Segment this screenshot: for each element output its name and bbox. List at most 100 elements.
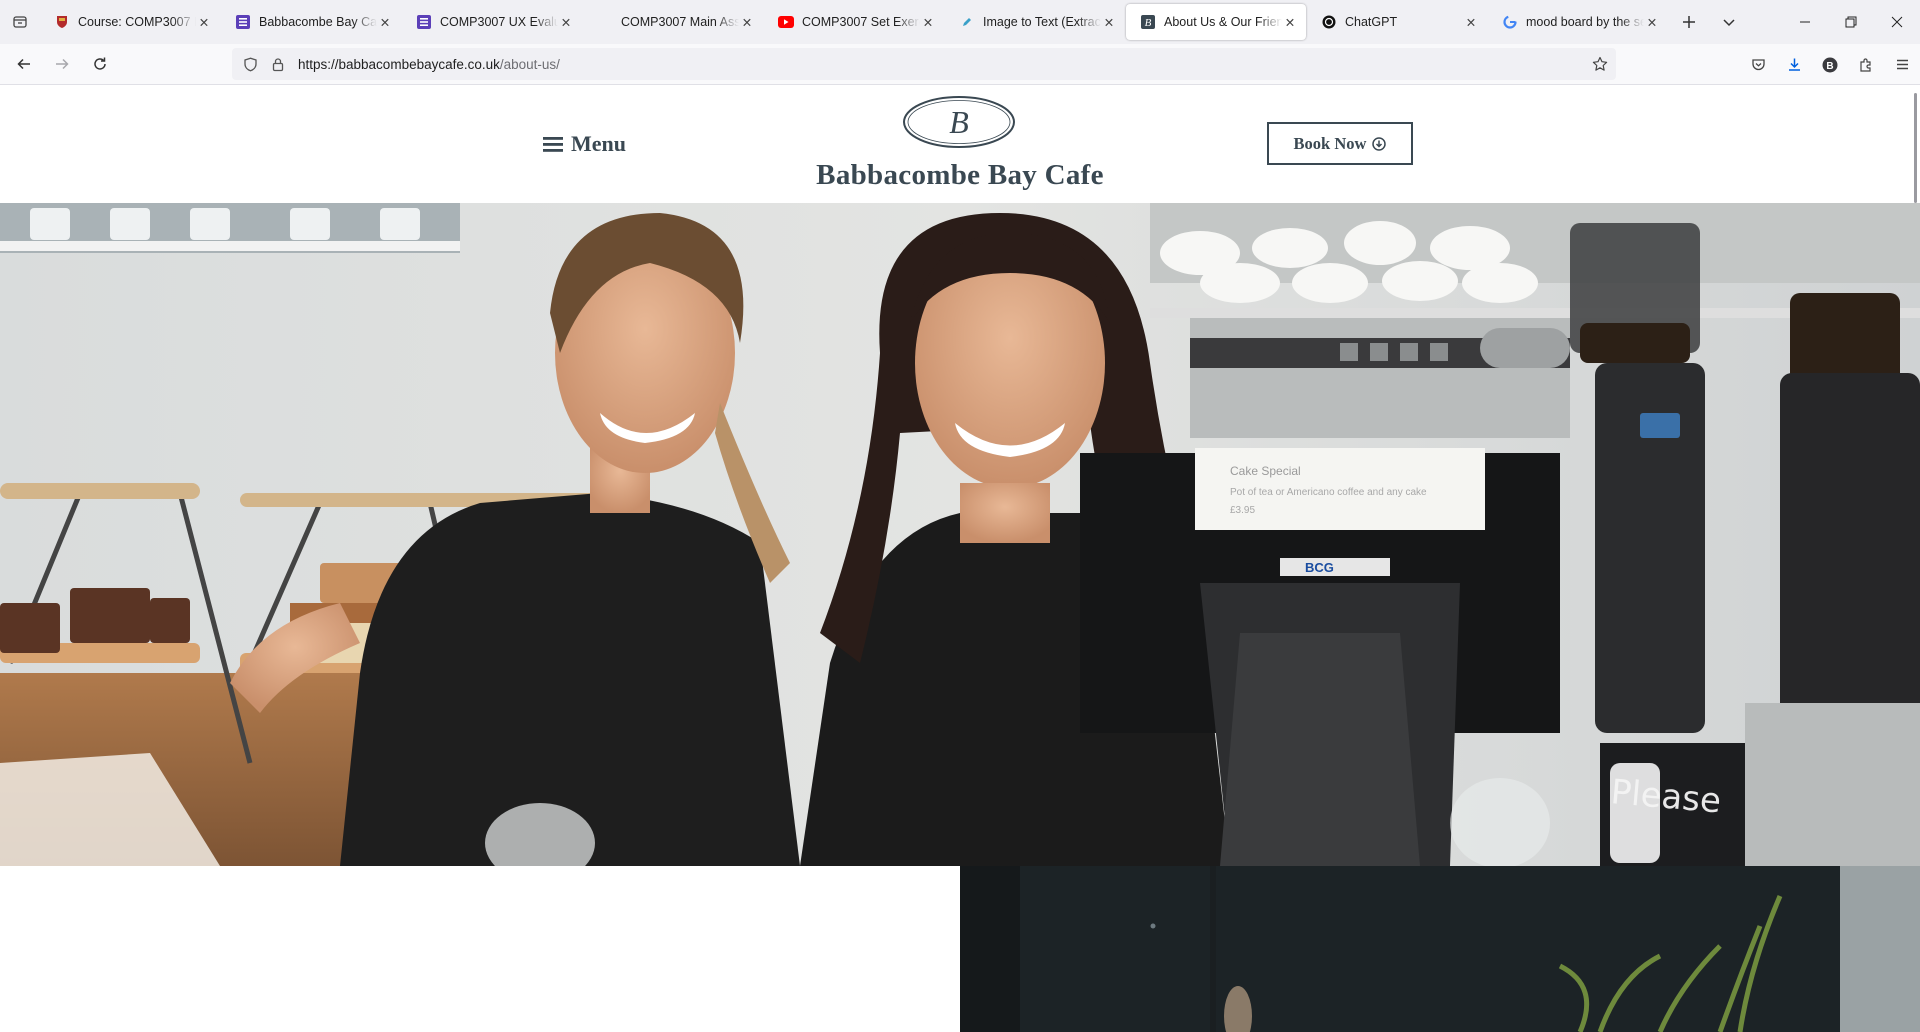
page-scrollbar[interactable]: [1912, 85, 1920, 1032]
address-bar[interactable]: https://babbacombebaycafe.co.uk/about-us…: [232, 48, 1616, 80]
lock-icon[interactable]: [264, 48, 292, 80]
tab-title: Babbacombe Bay Cafe: [259, 15, 377, 29]
chevron-down-icon: [1723, 19, 1735, 27]
hamburger-icon: [543, 136, 563, 152]
till-card-line2: Pot of tea or Americano coffee and any c…: [1230, 487, 1427, 498]
browser-tab[interactable]: COMP3007 Main Assessment ✕: [583, 4, 763, 40]
content-area-left: [0, 866, 960, 1032]
site-header: Menu B Babbacombe Bay Cafe Book Now: [0, 85, 1920, 203]
university-shield-icon: [54, 14, 70, 30]
browser-tab[interactable]: Babbacombe Bay Cafe ✕: [221, 4, 401, 40]
browser-tab[interactable]: Course: COMP3007 HCI ✕: [40, 4, 220, 40]
menu-button[interactable]: Menu: [543, 131, 626, 157]
browser-tab[interactable]: mood board by the sea ✕: [1488, 4, 1668, 40]
circle-arrow-down-icon: [1372, 136, 1387, 151]
pen-icon: [959, 14, 975, 30]
svg-text:B: B: [1145, 17, 1152, 29]
till-brand: BCG: [1305, 560, 1334, 575]
reload-button[interactable]: [82, 48, 118, 80]
account-avatar-icon: B: [1822, 57, 1838, 72]
app-menu-button[interactable]: [1884, 44, 1920, 85]
hamburger-icon: [1896, 59, 1908, 70]
downloads-button[interactable]: [1776, 44, 1812, 85]
tab-title: mood board by the sea: [1526, 15, 1644, 29]
tab-title: COMP3007 Main Assessment: [621, 15, 739, 29]
plus-icon: [1683, 16, 1695, 28]
account-button[interactable]: B: [1812, 44, 1848, 85]
tab-list-button[interactable]: [0, 0, 40, 44]
blank-page-icon: [597, 14, 613, 30]
star-icon: [1592, 56, 1608, 71]
svg-text:B: B: [1826, 60, 1833, 71]
url-text: https://babbacombebaycafe.co.uk/about-us…: [298, 57, 560, 72]
tab-title: COMP3007 UX Evaluation: [440, 15, 558, 29]
till-card-price: £3.95: [1230, 505, 1255, 516]
till-card-line1: Cake Special: [1230, 464, 1301, 478]
close-tab-icon[interactable]: ✕: [377, 14, 393, 30]
url-path: /about-us/: [499, 56, 560, 72]
arrow-left-icon: [17, 58, 30, 70]
tab-title: COMP3007 Set Exercise: [802, 15, 920, 29]
tab-strip: Course: COMP3007 HCI ✕ Babbacombe Bay Ca…: [40, 0, 1669, 44]
puzzle-icon: [1859, 58, 1871, 72]
minimize-icon: [1800, 21, 1810, 23]
browser-tab[interactable]: COMP3007 UX Evaluation ✕: [402, 4, 582, 40]
menu-label: Menu: [571, 131, 626, 156]
scrollbar-thumb[interactable]: [1914, 93, 1917, 203]
site-title[interactable]: Babbacombe Bay Cafe: [760, 159, 1160, 192]
reload-icon: [94, 57, 106, 70]
secondary-photo: [960, 866, 1920, 1032]
book-now-label: Book Now: [1293, 133, 1367, 153]
pocket-icon: [1751, 59, 1765, 71]
dark-interior-photo: [960, 866, 1920, 1032]
arrow-right-icon: [56, 58, 69, 70]
list-all-tabs-button[interactable]: [1709, 0, 1749, 44]
google-icon: [1502, 14, 1518, 30]
close-tab-icon[interactable]: ✕: [920, 14, 936, 30]
extensions-button[interactable]: [1848, 44, 1884, 85]
browser-tab[interactable]: Image to Text (Extract Text ✕: [945, 4, 1125, 40]
window-controls: [1782, 0, 1920, 44]
download-icon: [1788, 58, 1800, 71]
close-tab-icon[interactable]: ✕: [558, 14, 574, 30]
close-tab-icon[interactable]: ✕: [196, 14, 212, 30]
site-logo[interactable]: B: [902, 95, 1016, 149]
close-window-button[interactable]: [1874, 0, 1920, 44]
chatgpt-icon: [1321, 14, 1337, 30]
tab-title: Course: COMP3007 HCI: [78, 15, 196, 29]
hero-photo: Cake Special Pot of tea or Americano cof…: [0, 203, 1920, 866]
tracking-protection-shield-icon[interactable]: [236, 48, 264, 80]
minimize-button[interactable]: [1782, 0, 1828, 44]
tab-title: ChatGPT: [1345, 15, 1398, 29]
close-tab-icon[interactable]: ✕: [1101, 14, 1117, 30]
forward-button[interactable]: [44, 48, 80, 80]
close-tab-icon[interactable]: ✕: [1282, 14, 1298, 30]
youtube-icon: [778, 14, 794, 30]
browser-tab-bar: Course: COMP3007 HCI ✕ Babbacombe Bay Ca…: [0, 0, 1920, 44]
cafe-logo-icon: B: [1140, 14, 1156, 30]
bookmark-star-button[interactable]: [1592, 48, 1608, 80]
browser-tab[interactable]: COMP3007 Set Exercise ✕: [764, 4, 944, 40]
browser-navigation-bar: https://babbacombebaycafe.co.uk/about-us…: [0, 44, 1920, 85]
cafe-staff-photo: Cake Special Pot of tea or Americano cof…: [0, 203, 1920, 866]
pocket-button[interactable]: [1740, 44, 1776, 85]
web-page: Menu B Babbacombe Bay Cafe Book Now Cake…: [0, 85, 1920, 1032]
back-button[interactable]: [6, 48, 42, 80]
restore-icon: [1845, 16, 1857, 28]
tab-title: Image to Text (Extract Text: [983, 15, 1101, 29]
close-tab-icon[interactable]: ✕: [739, 14, 755, 30]
restore-button[interactable]: [1828, 0, 1874, 44]
close-tab-icon[interactable]: ✕: [1644, 14, 1660, 30]
tab-list-icon: [13, 16, 27, 28]
book-now-button[interactable]: Book Now: [1267, 122, 1413, 165]
forms-icon: [416, 14, 432, 30]
new-tab-button[interactable]: [1669, 0, 1709, 44]
close-tab-icon[interactable]: ✕: [1463, 14, 1479, 30]
tab-title: About Us & Our Friendly: [1164, 15, 1282, 29]
logo-letter: B: [949, 104, 969, 140]
browser-tab-active[interactable]: B About Us & Our Friendly ✕: [1126, 4, 1306, 40]
url-host: https://babbacombebaycafe.co.uk: [298, 56, 500, 72]
browser-toolbar-right: B: [1740, 44, 1920, 85]
close-icon: [1891, 16, 1903, 28]
browser-tab[interactable]: ChatGPT ✕: [1307, 4, 1487, 40]
